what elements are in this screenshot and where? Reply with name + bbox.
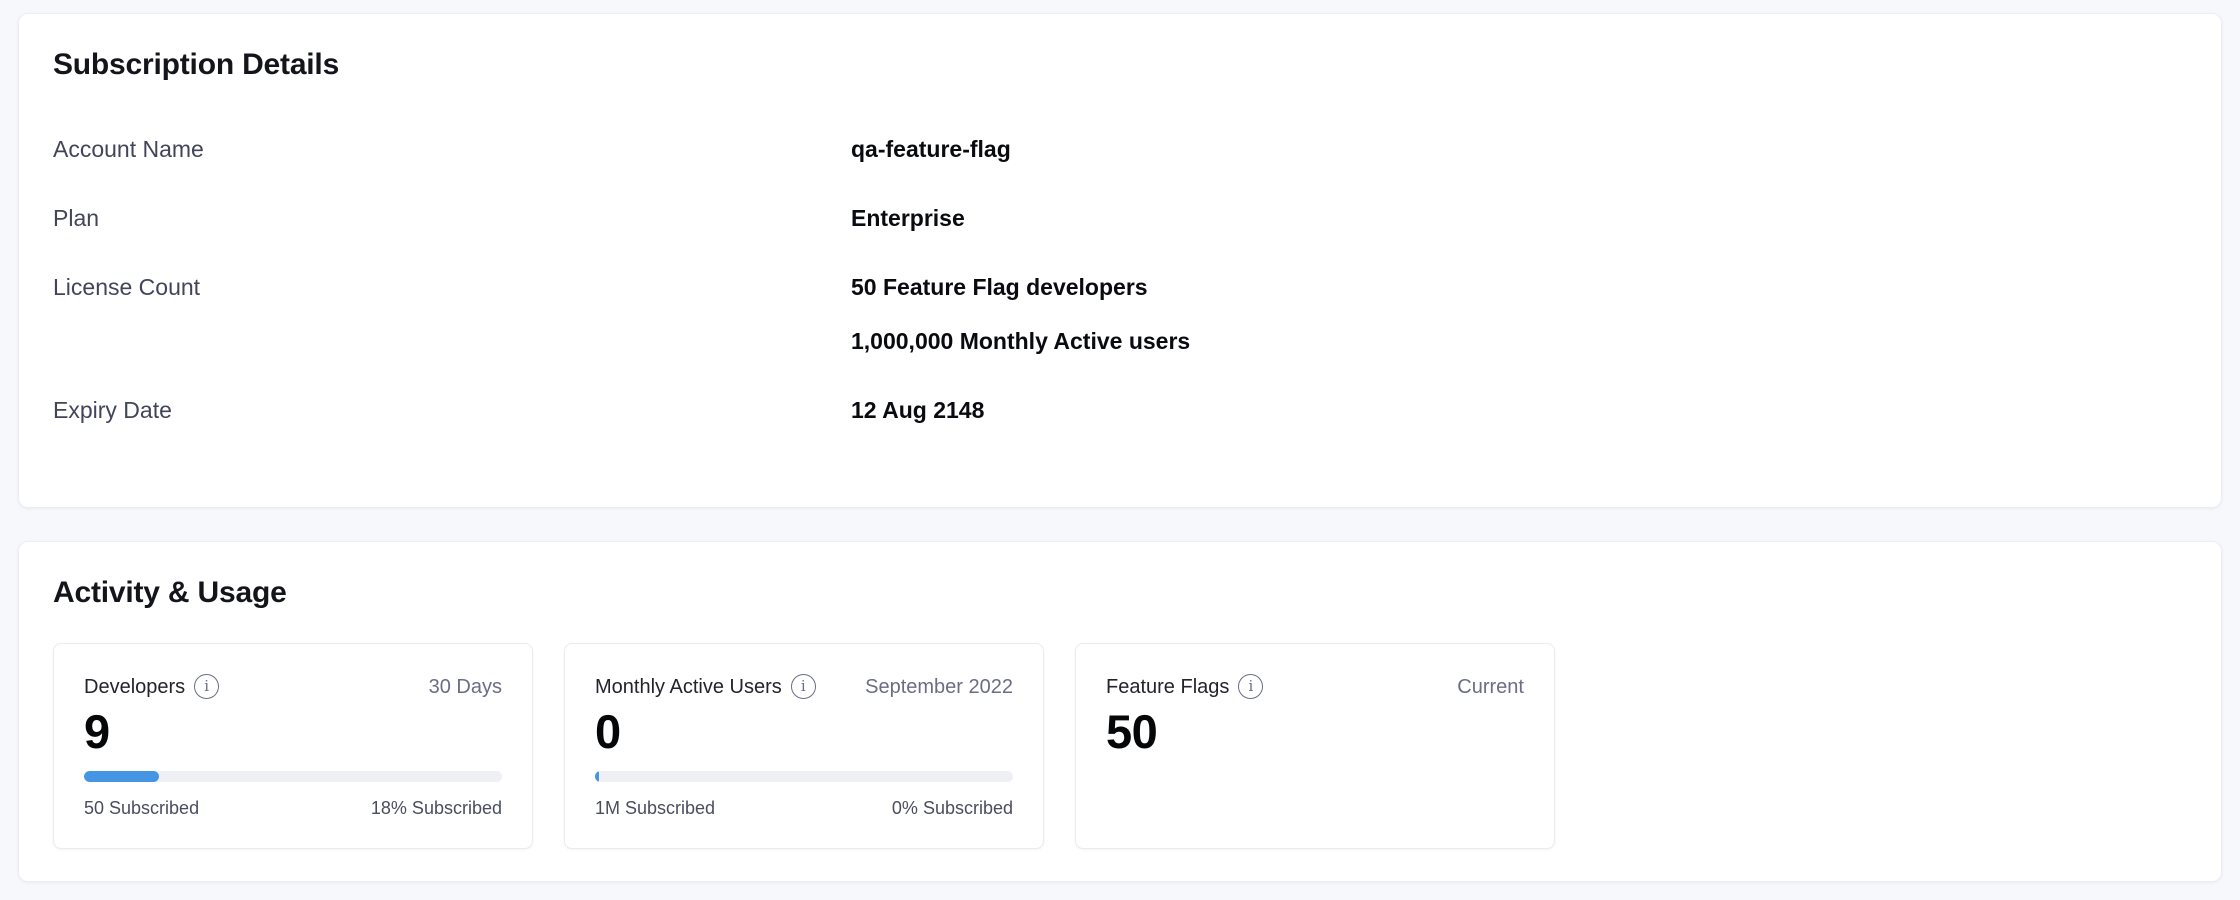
- stat-card-captions: 1M Subscribed 0% Subscribed: [595, 797, 1013, 819]
- row-label: Account Name: [53, 133, 851, 165]
- row-value: Enterprise: [851, 202, 2187, 234]
- subscription-row-expiry-date: Expiry Date12 Aug 2148: [53, 394, 2187, 426]
- stat-card-value: 9: [84, 706, 502, 758]
- row-value: 50 Feature Flag developers: [851, 271, 2187, 303]
- stat-card-monthly-active-users: Monthly Active Users i September 2022 0 1M S…: [564, 643, 1044, 849]
- row-value: qa-feature-flag: [851, 133, 2187, 165]
- progress-bar: [84, 771, 502, 782]
- caption-right: 0% Subscribed: [892, 797, 1013, 819]
- row-values: 12 Aug 2148: [851, 394, 2187, 426]
- stat-card-period: 30 Days: [429, 674, 502, 700]
- row-value: 12 Aug 2148: [851, 394, 2187, 426]
- row-label: Expiry Date: [53, 394, 851, 426]
- page-background: Subscription Details Account Nameqa-feat…: [0, 0, 2240, 900]
- caption-right: 18% Subscribed: [371, 797, 502, 819]
- row-value: 1,000,000 Monthly Active users: [851, 325, 2187, 357]
- subscription-rows: Account Nameqa-feature-flag PlanEnterpris…: [53, 133, 2187, 426]
- row-label: License Count: [53, 271, 851, 357]
- stat-card-header: Developers i 30 Days: [84, 674, 502, 700]
- stat-card-label: Feature Flags: [1106, 674, 1229, 700]
- info-icon[interactable]: i: [194, 674, 219, 699]
- progress-fill: [84, 771, 159, 782]
- row-values: Enterprise: [851, 202, 2187, 234]
- row-values: qa-feature-flag: [851, 133, 2187, 165]
- stat-card-developers: Developers i 30 Days 9 50 Subscribed 18% Subs…: [53, 643, 533, 849]
- subscription-row-plan: PlanEnterprise: [53, 202, 2187, 234]
- stat-card-label: Monthly Active Users: [595, 674, 782, 700]
- row-label: Plan: [53, 202, 851, 234]
- info-icon[interactable]: i: [791, 674, 816, 699]
- activity-usage-card: Activity & Usage Developers i 30 Days 9 50 S…: [18, 541, 2222, 882]
- progress-fill: [595, 771, 599, 782]
- subscription-row-license-count: License Count50 Feature Flag developers 1…: [53, 271, 2187, 357]
- caption-left: 50 Subscribed: [84, 797, 199, 819]
- subscription-details-card: Subscription Details Account Nameqa-feat…: [18, 13, 2222, 508]
- subscription-details-title: Subscription Details: [53, 48, 2187, 83]
- stat-card-period: September 2022: [865, 674, 1013, 700]
- stat-card-header: Feature Flags i Current: [1106, 674, 1524, 700]
- stat-card-feature-flags: Feature Flags i Current 50: [1075, 643, 1555, 849]
- stat-card-value: 50: [1106, 706, 1524, 758]
- row-values: 50 Feature Flag developers 1,000,000 Mont…: [851, 271, 2187, 357]
- stat-card-value: 0: [595, 706, 1013, 758]
- stat-card-captions: 50 Subscribed 18% Subscribed: [84, 797, 502, 819]
- stat-card-label: Developers: [84, 674, 185, 700]
- progress-bar: [595, 771, 1013, 782]
- stat-card-period: Current: [1457, 674, 1524, 700]
- activity-stat-cards: Developers i 30 Days 9 50 Subscribed 18% Subs…: [53, 643, 2187, 849]
- info-icon[interactable]: i: [1238, 674, 1263, 699]
- caption-left: 1M Subscribed: [595, 797, 715, 819]
- stat-card-header: Monthly Active Users i September 2022: [595, 674, 1013, 700]
- subscription-row-account-name: Account Nameqa-feature-flag: [53, 133, 2187, 165]
- activity-usage-title: Activity & Usage: [53, 576, 2187, 611]
